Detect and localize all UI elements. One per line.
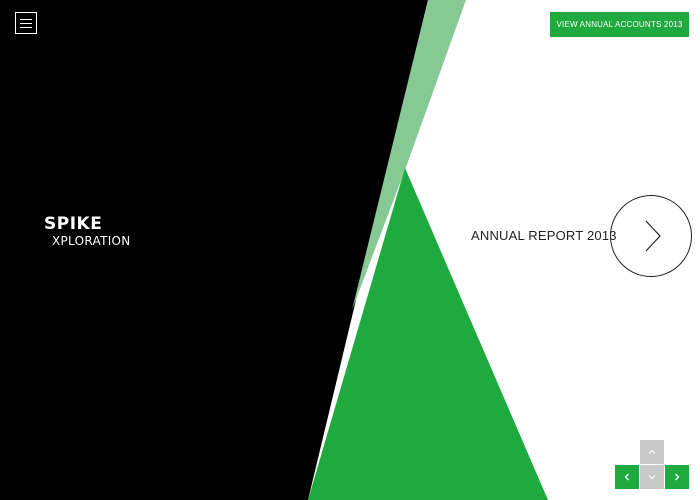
view-annual-accounts-button[interactable]: VIEW ANNUAL ACCOUNTS 2013 [550, 12, 689, 37]
pager-left-button[interactable] [615, 465, 639, 489]
annual-report-page: SPIKE XPLORATION VIEW ANNUAL ACCOUNTS 20… [0, 0, 700, 500]
chevron-down-icon [648, 475, 656, 480]
chevron-left-icon [624, 473, 629, 481]
logo-sub-text: XPLORATION [52, 234, 131, 248]
pager-up-button[interactable] [640, 440, 664, 464]
chevron-right-icon [645, 220, 661, 252]
hamburger-icon-line-2 [20, 22, 32, 24]
company-logo[interactable]: SPIKE XPLORATION [44, 214, 131, 248]
hamburger-icon-line-3 [20, 26, 32, 28]
page-title: ANNUAL REPORT 2013 [471, 228, 617, 243]
pager-down-button[interactable] [640, 465, 664, 489]
pager-right-button[interactable] [665, 465, 689, 489]
chevron-right-icon [675, 473, 680, 481]
menu-button[interactable] [15, 12, 37, 34]
chevron-up-icon [648, 449, 656, 454]
background-geometry [0, 0, 548, 500]
hamburger-icon-line-1 [20, 18, 32, 20]
logo-main-text: SPIKE [44, 214, 103, 234]
open-report-button[interactable] [610, 195, 692, 277]
